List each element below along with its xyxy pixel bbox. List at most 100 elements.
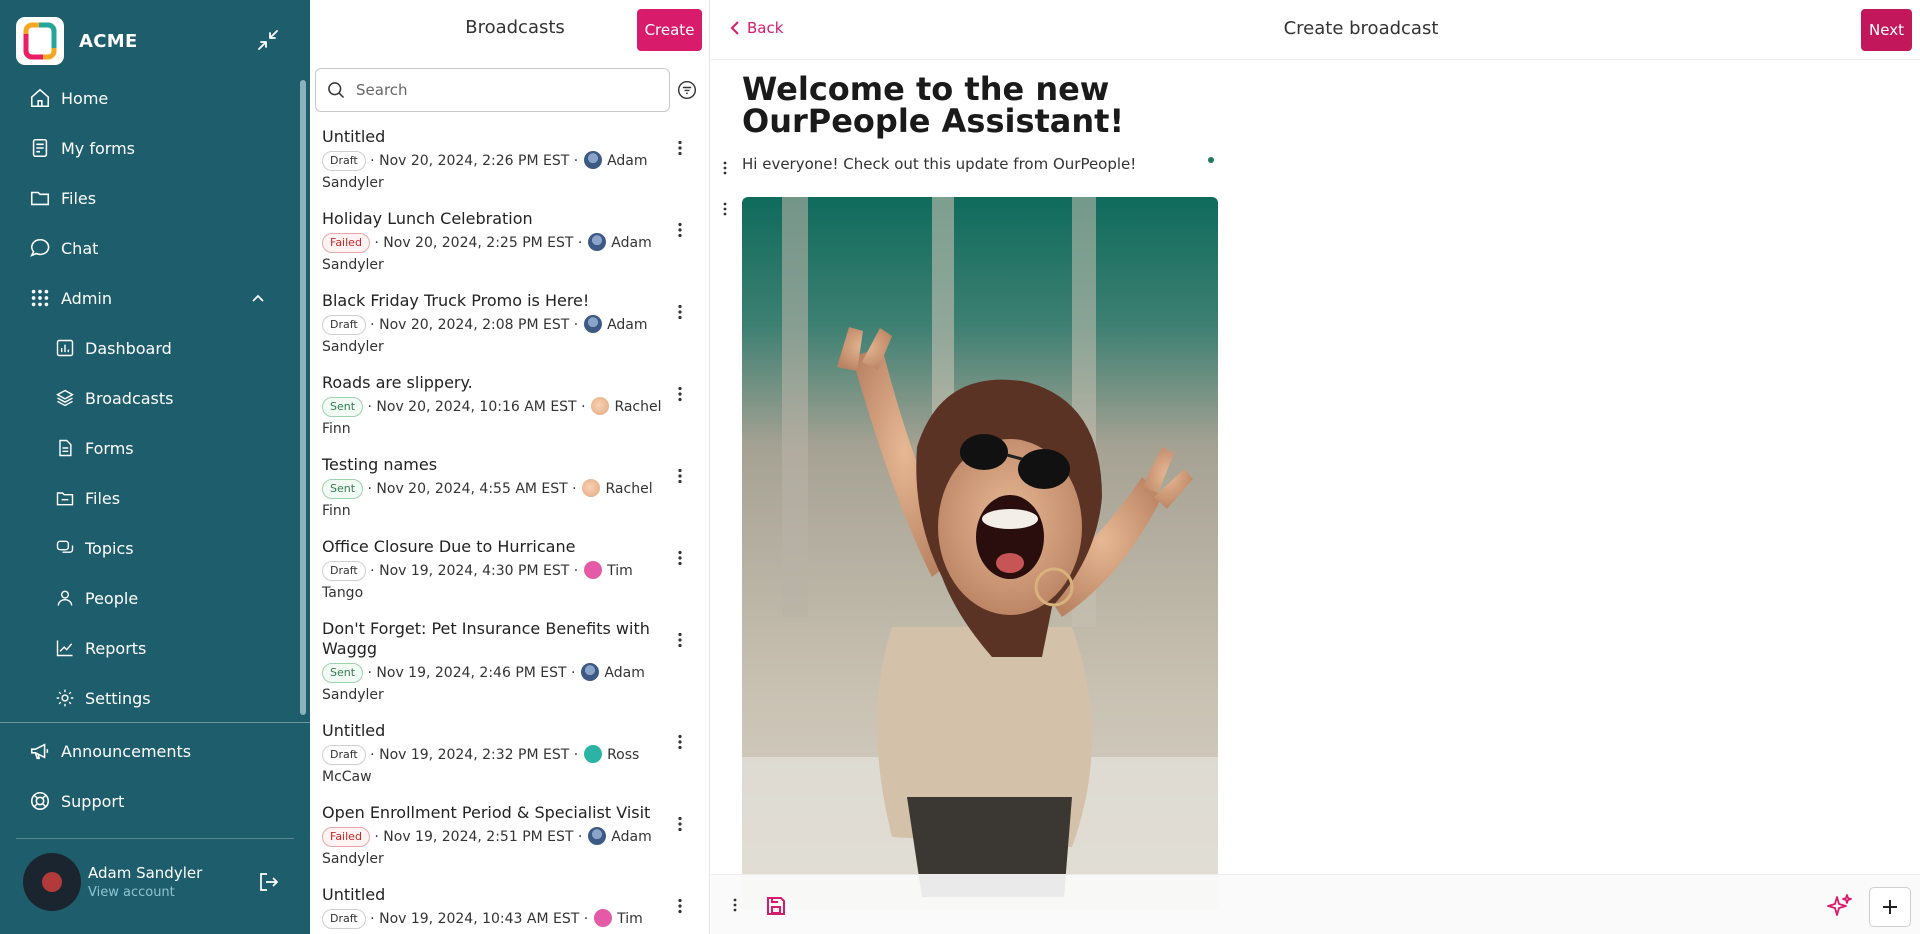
sidebar-item-topics[interactable]: Topics xyxy=(0,523,300,573)
sidebar-item-admin[interactable]: Admin xyxy=(0,273,300,323)
grid-icon xyxy=(28,286,52,310)
add-block-button[interactable] xyxy=(1869,887,1911,927)
sidebar-item-announcements[interactable]: Announcements xyxy=(0,726,300,776)
more-options-icon[interactable] xyxy=(670,548,690,568)
chevron-left-icon xyxy=(730,21,739,35)
chevron-up-icon[interactable] xyxy=(250,290,266,306)
sidebar-item-people[interactable]: People xyxy=(0,573,300,623)
broadcast-editor: Back Create broadcast Next Welcome to th… xyxy=(711,0,1920,934)
sidebar-item-label: Announcements xyxy=(61,741,192,761)
collapse-sidebar-icon[interactable] xyxy=(256,28,280,52)
list-item[interactable]: Black Friday Truck Promo is Here! Draft … xyxy=(310,288,709,370)
view-account-link[interactable]: View account xyxy=(88,885,202,900)
save-icon[interactable] xyxy=(764,894,788,918)
more-options-icon[interactable] xyxy=(670,896,690,916)
list-item[interactable]: Roads are slippery. Sent · Nov 20, 2024,… xyxy=(310,370,709,452)
search-box[interactable] xyxy=(315,68,670,112)
list-item[interactable]: Office Closure Due to Hurricane Draft · … xyxy=(310,534,709,616)
sidebar-item-reports[interactable]: Reports xyxy=(0,623,300,673)
sidebar-item-admin-files[interactable]: Files xyxy=(0,473,300,523)
author-first: Tim xyxy=(607,563,633,579)
sidebar-item-my-forms[interactable]: My forms xyxy=(0,123,300,173)
more-options-icon[interactable] xyxy=(670,220,690,240)
back-label: Back xyxy=(747,19,784,37)
avatar xyxy=(583,745,602,763)
list-header: Broadcasts Create xyxy=(310,0,709,58)
list-item[interactable]: Untitled Draft · Nov 19, 2024, 10:43 AM … xyxy=(310,882,709,934)
brand-name: ACME xyxy=(79,30,138,52)
status-badge: Sent xyxy=(322,663,364,683)
list-item[interactable]: Testing names Sent · Nov 20, 2024, 4:55 … xyxy=(310,452,709,534)
block-handle-icon[interactable] xyxy=(717,201,733,217)
logout-icon[interactable] xyxy=(257,870,281,894)
account-panel[interactable]: Adam Sandyler View account xyxy=(23,853,293,911)
broadcast-title: Testing names xyxy=(322,455,438,474)
next-button[interactable]: Next xyxy=(1861,9,1912,51)
sidebar-item-support[interactable]: Support xyxy=(0,776,300,826)
brand-logo-icon xyxy=(16,17,64,65)
filter-icon[interactable] xyxy=(677,80,699,102)
avatar xyxy=(590,397,609,415)
broadcast-paragraph[interactable]: Hi everyone! Check out this update from … xyxy=(742,155,1136,173)
more-options-icon[interactable] xyxy=(727,897,743,913)
hero-image[interactable] xyxy=(742,197,1218,910)
sidebar-item-label: Support xyxy=(61,791,125,811)
author-first: Adam xyxy=(611,829,652,845)
sidebar-scrollbar[interactable] xyxy=(300,80,306,715)
person-icon xyxy=(54,587,76,609)
gear-icon xyxy=(54,687,76,709)
more-options-icon[interactable] xyxy=(670,466,690,486)
author-last: Finn xyxy=(322,503,351,519)
page-title: Create broadcast xyxy=(1283,18,1439,39)
editor-header: Back Create broadcast Next xyxy=(711,0,1920,60)
avatar xyxy=(593,909,612,927)
list-item[interactable]: Untitled Draft · Nov 19, 2024, 2:32 PM E… xyxy=(310,718,709,800)
divider xyxy=(0,722,310,723)
sidebar-item-label: Broadcasts xyxy=(85,388,174,408)
list-item[interactable]: Holiday Lunch Celebration Failed · Nov 2… xyxy=(310,206,709,288)
list-item[interactable]: Untitled Draft · Nov 20, 2024, 2:26 PM E… xyxy=(310,124,709,206)
sidebar-item-label: Topics xyxy=(85,538,134,558)
status-badge: Failed xyxy=(322,827,370,847)
author-first: Tim xyxy=(617,911,643,927)
status-badge: Sent xyxy=(322,479,364,499)
sidebar-item-label: My forms xyxy=(61,138,135,158)
more-options-icon[interactable] xyxy=(670,138,690,158)
sidebar-item-broadcasts[interactable]: Broadcasts xyxy=(0,373,300,423)
broadcast-title: Untitled xyxy=(322,885,386,904)
more-options-icon[interactable] xyxy=(670,814,690,834)
avatar xyxy=(587,233,606,251)
more-options-icon[interactable] xyxy=(670,732,690,752)
status-badge: Failed xyxy=(322,233,370,253)
list-item[interactable]: Open Enrollment Period & Specialist Visi… xyxy=(310,800,709,882)
chat-icon xyxy=(28,236,52,260)
broadcast-title: Office Closure Due to Hurricane xyxy=(322,537,576,556)
more-options-icon[interactable] xyxy=(670,302,690,322)
ai-sparkle-icon[interactable] xyxy=(1826,892,1854,920)
form-icon xyxy=(28,136,52,160)
sidebar-item-settings[interactable]: Settings xyxy=(0,673,300,723)
create-button[interactable]: Create xyxy=(637,9,702,51)
broadcast-date: Nov 19, 2024, 2:51 PM EST xyxy=(383,829,574,845)
author-first: Ross xyxy=(607,747,640,763)
author-last: Finn xyxy=(322,421,351,437)
brand[interactable]: ACME xyxy=(16,17,286,65)
more-options-icon[interactable] xyxy=(670,384,690,404)
broadcast-date: Nov 20, 2024, 2:26 PM EST xyxy=(379,153,570,169)
list-item[interactable]: Don't Forget: Pet Insurance Benefits wit… xyxy=(310,616,709,718)
search-input[interactable] xyxy=(356,81,646,99)
sidebar-item-dashboard[interactable]: Dashboard xyxy=(0,323,300,373)
sidebar-item-files[interactable]: Files xyxy=(0,173,300,223)
back-button[interactable]: Back xyxy=(729,19,783,37)
author-last: McCaw xyxy=(322,769,372,785)
avatar xyxy=(583,151,602,169)
sidebar-item-home[interactable]: Home xyxy=(0,73,300,123)
more-options-icon[interactable] xyxy=(670,630,690,650)
broadcast-heading[interactable]: Welcome to the new OurPeople Assistant! xyxy=(742,73,1262,137)
account-name: Adam Sandyler xyxy=(88,864,203,882)
block-handle-icon[interactable] xyxy=(717,160,733,176)
sidebar-item-forms[interactable]: Forms xyxy=(0,423,300,473)
author-last: Sandyler xyxy=(322,339,384,355)
sidebar-item-chat[interactable]: Chat xyxy=(0,223,300,273)
divider xyxy=(16,838,294,839)
